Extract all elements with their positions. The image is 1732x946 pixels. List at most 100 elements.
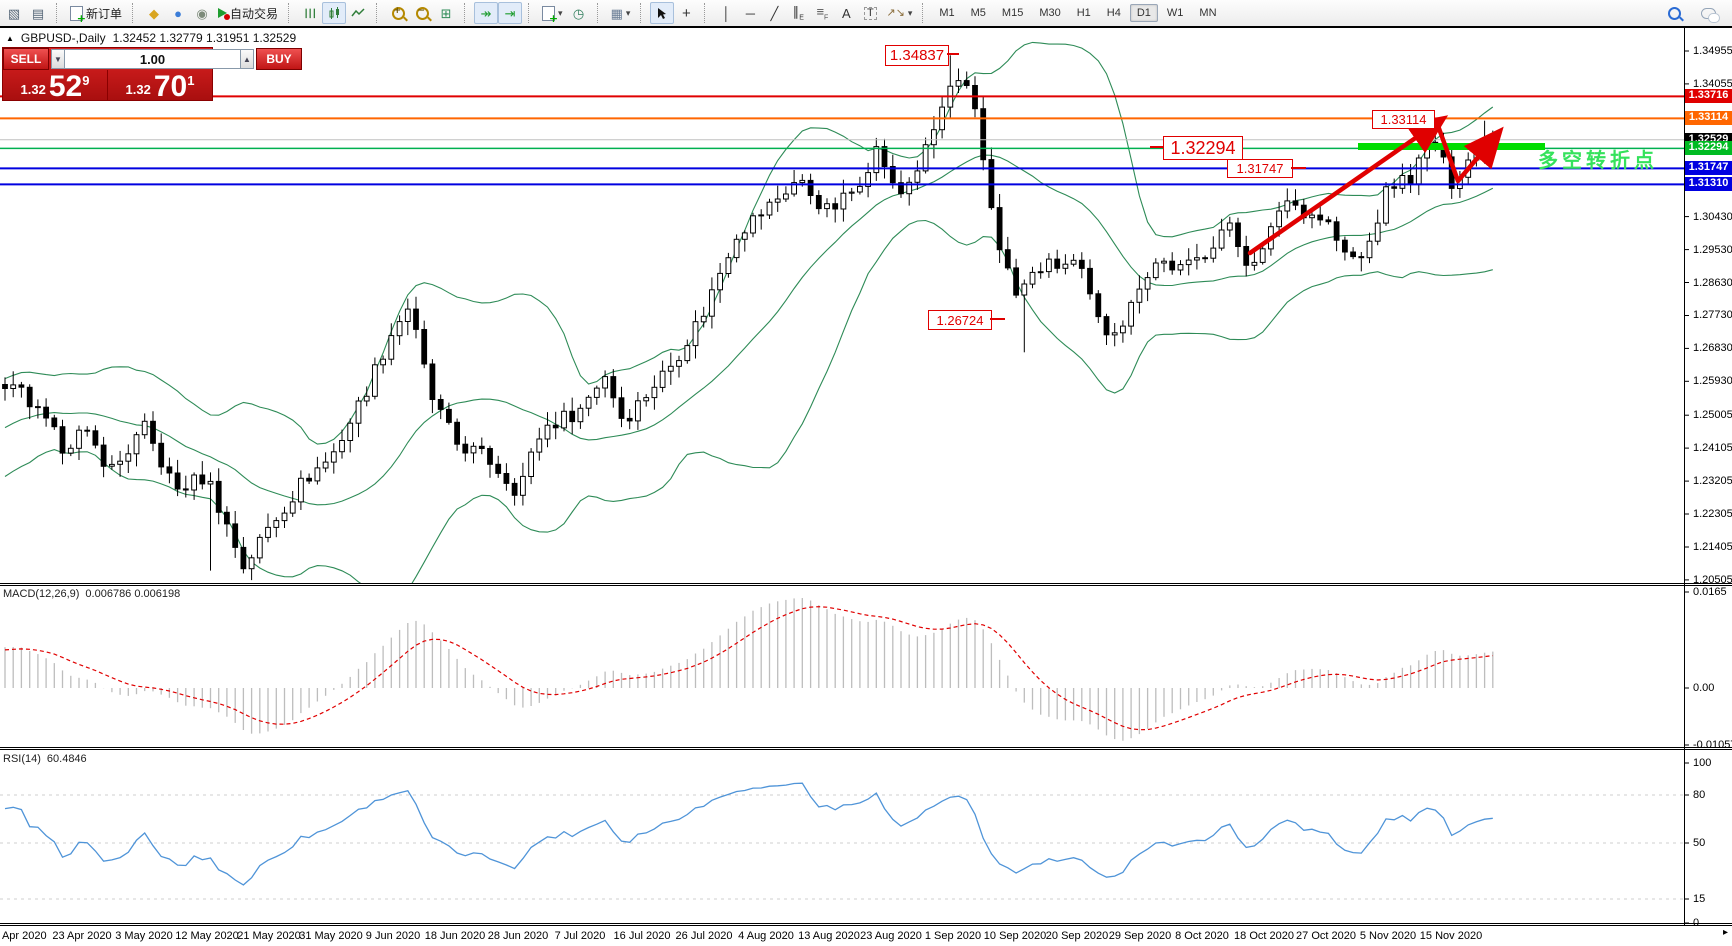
period-button[interactable]: ◷ — [567, 2, 591, 24]
candle-body — [274, 521, 279, 528]
candle-body — [479, 446, 484, 448]
candle-body — [455, 422, 460, 444]
date-label: 4 Apr 2020 — [0, 930, 47, 942]
scroll-end-icon[interactable]: ▸ — [1723, 927, 1728, 938]
text-button[interactable]: A — [834, 2, 858, 24]
community-button[interactable]: ● — [166, 2, 190, 24]
candle-body — [718, 273, 723, 289]
date-label: 20 Sep 2020 — [1046, 930, 1108, 942]
candle-body — [208, 481, 213, 484]
fibonacci-icon: ≡F — [816, 5, 828, 22]
volume-increase-button[interactable]: ▲ — [240, 49, 254, 69]
auto-scroll-button[interactable]: ↠ — [474, 2, 498, 24]
price-tick-label: 1.25930 — [1693, 375, 1732, 387]
search-button[interactable] — [1662, 2, 1686, 24]
candle-body — [19, 385, 24, 387]
candle-body — [1063, 264, 1068, 268]
timeframe-button-W1[interactable]: W1 — [1160, 4, 1191, 22]
candle-body — [685, 346, 690, 361]
chat-button[interactable] — [1696, 2, 1720, 24]
candle-body — [233, 524, 238, 548]
news-button[interactable]: ◉ — [190, 2, 214, 24]
new-chart-button[interactable]: ▧ — [2, 2, 26, 24]
timeframe-button-H1[interactable]: H1 — [1070, 4, 1098, 22]
price-annotation[interactable]: 1.32294 — [1163, 136, 1243, 160]
candle-body — [323, 462, 328, 468]
text-label-button[interactable]: T — [858, 2, 882, 24]
candle-body — [1005, 250, 1010, 268]
autotrading-button[interactable]: 自动交易 — [214, 2, 282, 24]
zoom-in-button[interactable]: + — [386, 2, 410, 24]
auto-scroll-icon: ↠ — [481, 7, 492, 20]
chevron-down-icon: ▾ — [558, 8, 563, 19]
profiles-button[interactable]: ▤ — [26, 2, 50, 24]
trendline-button[interactable]: ╱ — [762, 2, 786, 24]
price-annotation[interactable]: 1.34837 — [885, 45, 949, 66]
candle-body — [110, 464, 115, 466]
crosshair-button[interactable]: + — [674, 2, 698, 24]
sell-price[interactable]: 1.32 52 9 — [3, 70, 107, 101]
candle-body — [1071, 260, 1076, 264]
price-annotation[interactable]: 1.31747 — [1227, 159, 1293, 178]
channel-button[interactable]: ∥E — [786, 2, 810, 24]
autotrading-icon — [218, 8, 227, 18]
timeframe-button-D1[interactable]: D1 — [1130, 4, 1158, 22]
timeframe-button-H4[interactable]: H4 — [1100, 4, 1128, 22]
price-badge: 1.32294 — [1685, 141, 1732, 155]
chart-shift-icon: ⇥ — [505, 7, 516, 20]
sell-button[interactable]: SELL — [3, 48, 49, 70]
candle-body — [101, 445, 106, 466]
candlestick-mode-button[interactable] — [322, 2, 346, 24]
horizontal-line-button[interactable]: ─ — [738, 2, 762, 24]
rsi-value: 60.4846 — [47, 753, 87, 765]
zoom-out-button[interactable]: − — [410, 2, 434, 24]
volume-input[interactable] — [65, 49, 240, 69]
indicators-button[interactable]: ▾ — [538, 2, 567, 24]
buy-price[interactable]: 1.32 70 1 — [108, 70, 212, 101]
macd-values: 0.006786 0.006198 — [85, 588, 180, 600]
line-chart-mode-button[interactable] — [346, 2, 370, 24]
price-annotation[interactable]: 1.26724 — [928, 310, 992, 330]
date-label: 18 Jun 2020 — [425, 930, 486, 942]
turning-point-note[interactable]: 多空转折点 — [1538, 144, 1658, 173]
candle-body — [44, 407, 49, 418]
person-icon: ● — [174, 7, 182, 20]
candle-body — [299, 478, 304, 502]
price-annotation[interactable]: 1.33114 — [1372, 110, 1435, 129]
panel-border — [0, 585, 1732, 586]
chart-shift-button[interactable]: ⇥ — [498, 2, 522, 24]
timeframe-button-M1[interactable]: M1 — [932, 4, 961, 22]
crosshair-icon: + — [682, 6, 691, 21]
timeframe-button-MN[interactable]: MN — [1192, 4, 1223, 22]
timeframe-button-M15[interactable]: M15 — [995, 4, 1030, 22]
price-tick-label: 1.28630 — [1693, 277, 1732, 289]
templates-button[interactable]: ▦▾ — [607, 2, 635, 24]
candle-body — [512, 483, 517, 495]
timeframe-button-M30[interactable]: M30 — [1032, 4, 1067, 22]
timeframe-button-M5[interactable]: M5 — [964, 4, 993, 22]
tile-windows-button[interactable]: ⊞ — [434, 2, 458, 24]
support-highlight-bar[interactable] — [1358, 143, 1545, 150]
vertical-line-button[interactable]: │ — [714, 2, 738, 24]
candle-body — [956, 81, 961, 87]
candle-body — [463, 444, 468, 453]
candle-body — [134, 435, 139, 454]
candle-body — [1277, 211, 1282, 227]
candle-body — [1244, 247, 1249, 266]
date-label: 16 Jul 2020 — [614, 930, 671, 942]
fibonacci-button[interactable]: ≡F — [810, 2, 834, 24]
toolbar-separator — [597, 3, 603, 23]
chart-canvas[interactable] — [0, 0, 1732, 946]
sell-price-main: 1.32 — [21, 82, 46, 97]
buy-button[interactable]: BUY — [256, 48, 302, 70]
cursor-button[interactable] — [650, 2, 674, 24]
buy-price-big: 70 — [154, 73, 187, 100]
arrows-icon: ↗↘ — [886, 8, 904, 19]
volume-decrease-button[interactable]: ▼ — [51, 49, 65, 69]
mql-editor-button[interactable]: ◆ — [142, 2, 166, 24]
arrows-button[interactable]: ↗↘▾ — [882, 2, 916, 24]
text-icon: A — [842, 7, 851, 20]
new-order-button[interactable]: 新订单 — [66, 2, 126, 24]
bar-chart-mode-button[interactable]: ☰ — [298, 2, 322, 24]
candle-body — [915, 171, 920, 182]
